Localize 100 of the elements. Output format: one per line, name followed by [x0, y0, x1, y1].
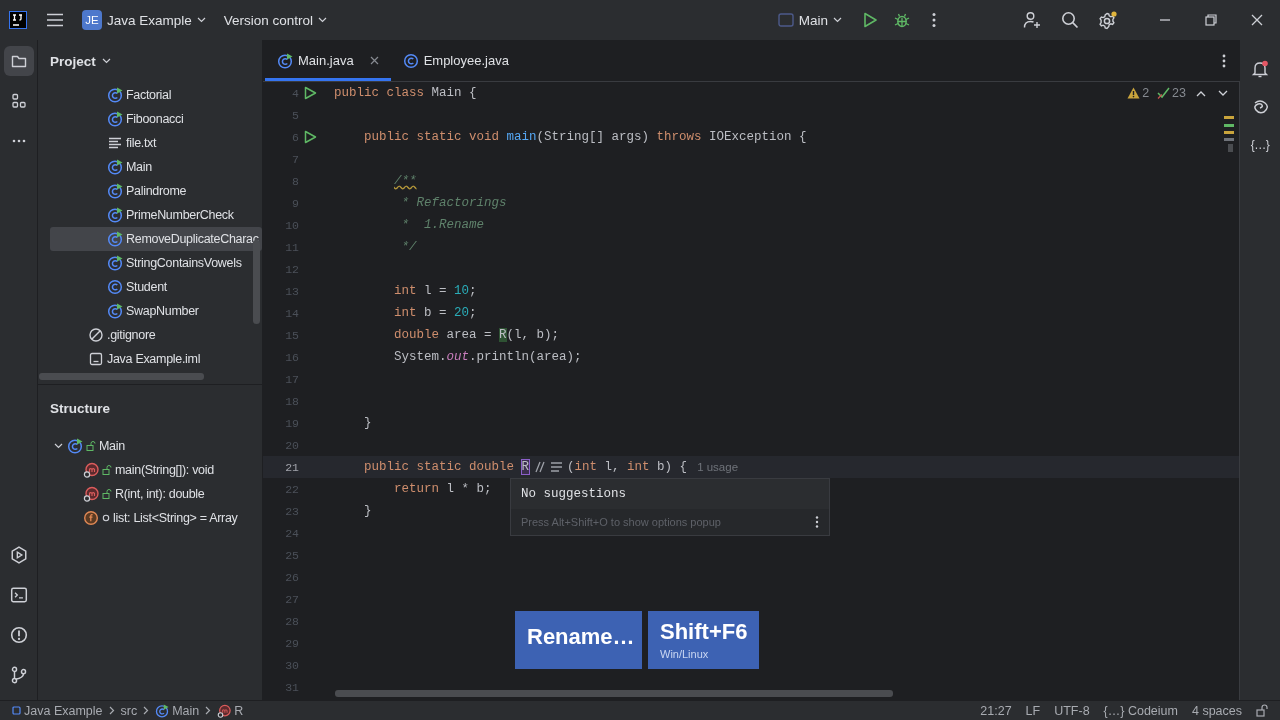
action-keycap: Rename… [515, 611, 642, 669]
tree-item[interactable]: SwapNumber [38, 299, 262, 323]
restore-icon[interactable] [1205, 14, 1217, 26]
editor-tab[interactable]: Employee.java [390, 43, 521, 81]
method-icon [83, 486, 99, 502]
more-icon[interactable] [1222, 52, 1226, 69]
code-text: * Refactorings [400, 196, 507, 210]
run-gutter-icon[interactable] [303, 130, 317, 144]
tree-item[interactable]: PrimeNumberCheck [38, 203, 262, 227]
project-badge: JE [82, 10, 102, 30]
notifications-icon[interactable] [1251, 60, 1269, 78]
tree-item[interactable]: file.txt [38, 131, 262, 155]
code-text: int l = 10; [393, 284, 477, 298]
run-gutter-icon[interactable] [303, 86, 317, 100]
menu-icon[interactable] [46, 12, 64, 28]
tree-item[interactable]: Java Example.iml [38, 347, 262, 371]
close-icon[interactable] [1251, 14, 1263, 26]
tree-item[interactable]: R(int, int): double [38, 482, 262, 506]
run-config-selector[interactable]: Main [771, 8, 848, 32]
code-text: double area = R(l, b); [393, 328, 560, 342]
more-icon[interactable] [932, 12, 936, 28]
more-icon[interactable] [815, 515, 819, 529]
terminal-icon[interactable] [9, 586, 28, 604]
codeium-chat-button[interactable]: {…} [1250, 138, 1270, 152]
dot-icon [102, 514, 110, 522]
status-plugin[interactable]: {…} Codeium [1103, 703, 1178, 718]
run-icon[interactable] [862, 12, 878, 28]
debug-icon[interactable] [894, 12, 910, 28]
code-text: return l * b; [393, 482, 492, 496]
status-line-separator[interactable]: LF [1025, 703, 1041, 718]
tree-item[interactable]: Fiboonacci [38, 107, 262, 131]
class-icon [107, 207, 123, 223]
code-text: public static void main(String[] args) throws IOException { [363, 130, 807, 144]
project-switcher[interactable]: JE Java Example [76, 6, 212, 34]
tree-item[interactable]: Palindrome [38, 179, 262, 203]
folder-tool-button[interactable] [3, 46, 34, 76]
status-encoding[interactable]: UTF-8 [1054, 703, 1090, 718]
next-icon[interactable] [1218, 89, 1228, 97]
warning-count[interactable]: 2 [1127, 86, 1150, 100]
field-icon [83, 510, 99, 526]
class-icon [107, 111, 123, 127]
editor-tab[interactable]: Main.java [265, 43, 391, 81]
lock-icon [86, 441, 96, 451]
module-file-icon [88, 351, 104, 367]
breadcrumb-chevron-icon [205, 705, 212, 715]
class-icon [107, 303, 123, 319]
structure-icon [10, 93, 27, 109]
breadcrumb[interactable]: R [217, 703, 244, 718]
text-file-icon [107, 135, 123, 151]
tree-item[interactable]: RemoveDuplicateCharac [50, 227, 262, 251]
scrollbar[interactable] [39, 373, 204, 380]
class-icon [107, 183, 123, 199]
settings-icon[interactable] [1098, 10, 1118, 30]
typo-count[interactable]: 23 [1157, 86, 1186, 100]
expand-chevron-icon[interactable] [52, 443, 64, 449]
line-number: 21 [284, 460, 299, 474]
code-text: } [363, 504, 372, 518]
scrollbar[interactable] [335, 690, 893, 697]
add-user-icon[interactable] [1023, 11, 1041, 29]
panel-title-dropdown[interactable]: Project [50, 53, 111, 69]
chevron-down-icon [101, 58, 111, 64]
code-text: (int l, int b) { [567, 460, 688, 474]
code-text: * 1.Rename [400, 218, 485, 232]
class-icon [67, 438, 83, 454]
popup-message: No suggestions [520, 486, 628, 503]
class-icon [107, 231, 123, 247]
tree-item[interactable]: Factorial [38, 83, 262, 107]
chevron-down-icon [318, 17, 328, 23]
problems-icon[interactable] [9, 626, 28, 644]
lock-icon [102, 465, 112, 475]
tree-item[interactable]: Student [38, 275, 262, 299]
inline-action-icon[interactable] [534, 460, 565, 474]
breadcrumb[interactable]: src [120, 703, 138, 718]
search-icon[interactable] [1061, 11, 1079, 29]
status-position[interactable]: 21:27 [980, 703, 1012, 718]
shortcut-keycap: Shift+F6 Win/Linux [648, 611, 760, 669]
breadcrumb[interactable]: Main [155, 703, 200, 718]
git-branch-icon[interactable] [9, 666, 28, 684]
chevron-down-icon [196, 17, 206, 23]
lock-icon[interactable] [1256, 704, 1268, 717]
tree-item[interactable]: .gitignore [38, 323, 262, 347]
spiral-icon[interactable] [1252, 99, 1268, 115]
tree-item[interactable]: Main [38, 434, 262, 458]
run-icon[interactable] [9, 546, 28, 564]
code-text: /** [393, 174, 417, 188]
status-indent[interactable]: 4 spaces [1191, 703, 1242, 718]
method-icon [83, 462, 99, 478]
previous-icon[interactable] [1196, 89, 1206, 97]
tree-item[interactable]: main(String[]): void [38, 458, 262, 482]
app-logo-icon[interactable] [9, 11, 27, 29]
error-stripe-drawing [1224, 116, 1234, 152]
tree-item[interactable]: Main [38, 155, 262, 179]
class-icon [107, 279, 123, 295]
vcs-selector[interactable]: Version control [217, 8, 334, 32]
code-text: System.out.println(area); [393, 350, 582, 364]
tree-item[interactable]: list: List<String> = Array [38, 506, 262, 530]
tree-item[interactable]: StringContainsVowels [38, 251, 262, 275]
breadcrumb[interactable]: Java Example [12, 703, 103, 718]
close-icon[interactable] [369, 56, 379, 65]
code-text: */ [400, 240, 417, 254]
